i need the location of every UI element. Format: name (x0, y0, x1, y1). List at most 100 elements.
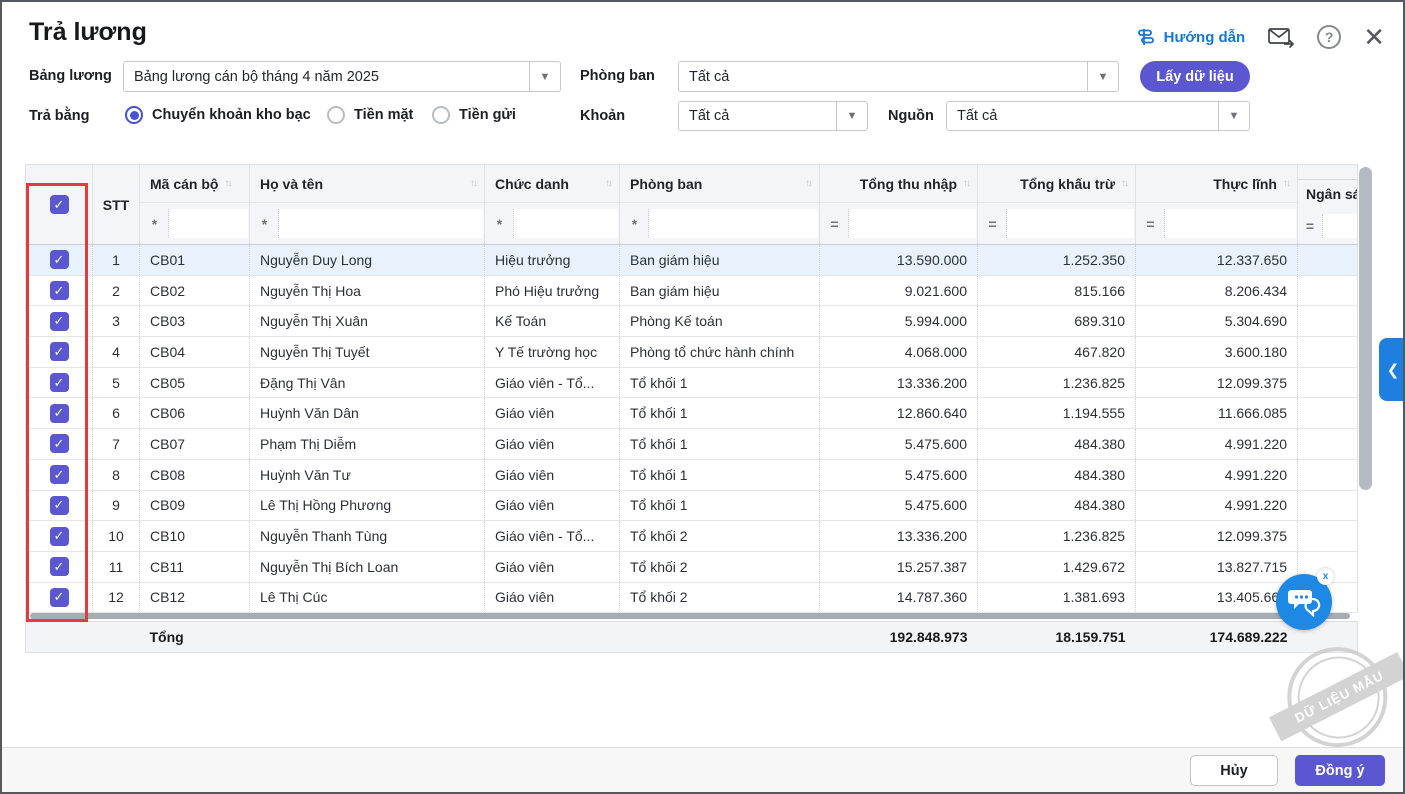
column-header-title[interactable]: Chức danh↑↓ (485, 165, 620, 203)
cell-budget (1298, 459, 1358, 490)
cell-name: Nguyễn Thanh Tùng (250, 521, 485, 552)
cell-deduction: 484.380 (978, 429, 1136, 460)
cell-budget (1298, 306, 1358, 337)
row-checkbox[interactable]: ✓ (50, 281, 69, 300)
cell-net: 5.304.690 (1136, 306, 1298, 337)
row-checkbox-cell: ✓ (26, 551, 93, 582)
cancel-button[interactable]: Hủy (1190, 755, 1278, 786)
table-row[interactable]: ✓ 10 CB10 Nguyễn Thanh Tùng Giáo viên - … (26, 521, 1358, 552)
sort-icon: ↑↓ (470, 178, 476, 189)
row-checkbox-cell: ✓ (26, 306, 93, 337)
table-row[interactable]: ✓ 3 CB03 Nguyễn Thị Xuân Kế Toán Phòng K… (26, 306, 1358, 337)
table-row[interactable]: ✓ 5 CB05 Đặng Thị Vân Giáo viên - Tổ... … (26, 367, 1358, 398)
cell-net: 4.991.220 (1136, 429, 1298, 460)
radio-treasury-transfer[interactable]: Chuyển khoản kho bạc (125, 106, 311, 124)
cell-code: CB12 (140, 582, 250, 613)
row-checkbox[interactable]: ✓ (50, 496, 69, 515)
chevron-left-icon: ❮ (1387, 361, 1400, 379)
row-checkbox[interactable]: ✓ (50, 250, 69, 269)
column-header-budget[interactable]: Ngân sách = (1298, 165, 1358, 245)
cell-income: 15.257.387 (820, 551, 978, 582)
filter-title-input[interactable] (513, 209, 618, 238)
row-checkbox-cell: ✓ (26, 521, 93, 552)
cell-dept: Tổ khối 1 (620, 398, 820, 429)
account-select[interactable]: Tất cả ▼ (678, 101, 868, 131)
source-select[interactable]: Tất cả ▼ (946, 101, 1250, 131)
column-header-code[interactable]: Mã cán bộ↑↓ (140, 165, 250, 203)
table-row[interactable]: ✓ 2 CB02 Nguyễn Thị Hoa Phó Hiệu trưởng … (26, 275, 1358, 306)
get-data-button[interactable]: Lấy dữ liệu (1140, 61, 1250, 92)
cell-code: CB05 (140, 367, 250, 398)
row-checkbox[interactable]: ✓ (50, 557, 69, 576)
column-header-name[interactable]: Họ và tên↑↓ (250, 165, 485, 203)
filter-net-input[interactable] (1164, 209, 1296, 238)
table-row[interactable]: ✓ 1 CB01 Nguyễn Duy Long Hiệu trưởng Ban… (26, 245, 1358, 276)
send-feedback-icon[interactable] (1267, 25, 1295, 49)
cell-title: Giáo viên (485, 429, 620, 460)
row-checkbox[interactable]: ✓ (50, 404, 69, 423)
side-panel-toggle[interactable]: ❮ (1379, 338, 1405, 401)
radio-deposit[interactable]: Tiền gửi (432, 106, 516, 124)
cell-code: CB07 (140, 429, 250, 460)
cell-net: 13.405.667 (1136, 582, 1298, 613)
summary-net: 174.689.222 (1136, 622, 1298, 653)
radio-icon (125, 106, 143, 124)
cell-name: Nguyễn Thị Hoa (250, 275, 485, 306)
table-row[interactable]: ✓ 6 CB06 Huỳnh Văn Dân Giáo viên Tổ khối… (26, 398, 1358, 429)
filter-name-input[interactable] (278, 209, 483, 238)
table-row[interactable]: ✓ 12 CB12 Lê Thị Cúc Giáo viên Tổ khối 2… (26, 582, 1358, 613)
cell-stt: 10 (93, 521, 140, 552)
column-header-net[interactable]: Thực lĩnh↑↓ (1136, 165, 1298, 203)
column-header-dept[interactable]: Phòng ban↑↓ (620, 165, 820, 203)
table-row[interactable]: ✓ 7 CB07 Phạm Thị Diễm Giáo viên Tổ khối… (26, 429, 1358, 460)
sort-icon: ↑↓ (605, 178, 611, 189)
row-checkbox[interactable]: ✓ (50, 527, 69, 546)
cell-deduction: 1.236.825 (978, 521, 1136, 552)
account-label: Khoản (580, 108, 625, 124)
cell-deduction: 467.820 (978, 337, 1136, 368)
chat-close-badge[interactable]: x (1317, 568, 1334, 585)
filter-dept-input[interactable] (648, 209, 818, 238)
filter-deduction-input[interactable] (1006, 209, 1134, 238)
sort-icon: ↑↓ (805, 178, 811, 189)
row-checkbox[interactable]: ✓ (50, 373, 69, 392)
column-header-income[interactable]: Tổng thu nhập↑↓ (820, 165, 978, 203)
page-title: Trả lương (29, 18, 147, 47)
department-select[interactable]: Tất cả ▼ (678, 61, 1119, 92)
cell-dept: Tổ khối 2 (620, 582, 820, 613)
filter-income-input[interactable] (848, 209, 976, 238)
row-checkbox[interactable]: ✓ (50, 312, 69, 331)
close-icon[interactable]: ✕ (1363, 24, 1385, 50)
chevron-down-icon: ▼ (1218, 102, 1249, 130)
vertical-scrollbar-thumb[interactable] (1359, 167, 1372, 490)
payroll-select[interactable]: Bảng lương cán bộ tháng 4 năm 2025 ▼ (123, 61, 561, 92)
filter-code-input[interactable] (168, 209, 248, 238)
cell-stt: 3 (93, 306, 140, 337)
cell-stt: 8 (93, 459, 140, 490)
select-all-checkbox[interactable]: ✓ (50, 195, 69, 214)
table-row[interactable]: ✓ 4 CB04 Nguyễn Thị Tuyết Y Tế trường họ… (26, 337, 1358, 368)
row-checkbox[interactable]: ✓ (50, 342, 69, 361)
table-row[interactable]: ✓ 8 CB08 Huỳnh Văn Tư Giáo viên Tổ khối … (26, 459, 1358, 490)
row-checkbox-cell: ✓ (26, 245, 93, 276)
guide-link[interactable]: Hướng dẫn (1136, 27, 1246, 47)
cell-net: 12.099.375 (1136, 367, 1298, 398)
radio-cash[interactable]: Tiền mặt (327, 106, 413, 124)
vertical-scrollbar (1357, 164, 1374, 652)
table-row[interactable]: ✓ 9 CB09 Lê Thị Hồng Phương Giáo viên Tổ… (26, 490, 1358, 521)
table-row[interactable]: ✓ 11 CB11 Nguyễn Thị Bích Loan Giáo viên… (26, 551, 1358, 582)
radio-icon (432, 106, 450, 124)
cell-code: CB09 (140, 490, 250, 521)
row-checkbox-cell: ✓ (26, 582, 93, 613)
help-icon[interactable]: ? (1317, 25, 1341, 49)
row-checkbox[interactable]: ✓ (50, 588, 69, 607)
confirm-button[interactable]: Đồng ý (1295, 755, 1385, 786)
horizontal-scrollbar[interactable] (30, 613, 1350, 619)
column-header-deduction[interactable]: Tổng khấu trừ↑↓ (978, 165, 1136, 203)
cell-title: Giáo viên - Tổ... (485, 367, 620, 398)
cell-budget (1298, 275, 1358, 306)
row-checkbox[interactable]: ✓ (50, 465, 69, 484)
cell-stt: 2 (93, 275, 140, 306)
row-checkbox[interactable]: ✓ (50, 434, 69, 453)
filter-budget-input[interactable] (1322, 214, 1357, 238)
